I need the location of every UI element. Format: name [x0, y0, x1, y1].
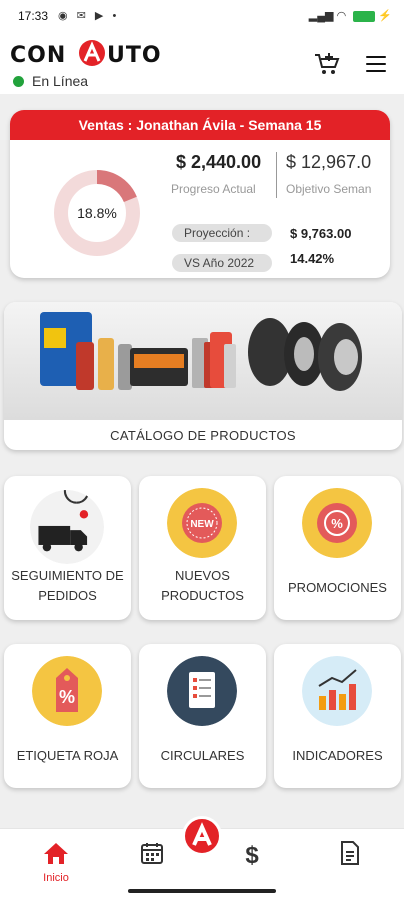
bar-chart-icon — [302, 656, 372, 726]
vs-year-value: 14.42% — [290, 251, 335, 266]
objective-value: $ 12,967.0 — [286, 152, 372, 172]
delivery-truck-icon — [30, 490, 104, 564]
objective-label: Objetivo Seman — [286, 182, 372, 196]
system-icons: ▂▄▆ ◠ ⚡ — [308, 10, 392, 22]
connection-status: En Línea — [13, 73, 88, 89]
new-badge-text: NEW — [190, 519, 214, 530]
app-header: CON UTO En Línea — [0, 32, 404, 94]
document-list-icon — [167, 656, 237, 726]
status-time: 17:33 — [18, 9, 49, 23]
document-icon — [341, 841, 359, 865]
price-tag-icon: % — [32, 656, 102, 726]
svg-text:CON: CON — [10, 43, 66, 68]
menu-button[interactable] — [366, 56, 386, 72]
nav-documents[interactable] — [320, 841, 380, 870]
home-indicator[interactable] — [128, 889, 276, 893]
sales-card-title: Ventas : Jonathan Ávila - Semana 15 — [10, 110, 390, 140]
conauto-center-button[interactable] — [182, 816, 222, 856]
tile-label: CIRCULARES — [160, 748, 245, 763]
projection-value: $ 9,763.00 — [290, 226, 352, 241]
new-badge-icon: NEW — [167, 488, 237, 558]
catalog-products-image — [4, 302, 402, 420]
svg-text:%: % — [331, 516, 343, 531]
nav-calendar[interactable] — [122, 841, 182, 870]
add-to-cart-button[interactable] — [314, 52, 340, 76]
nav-sales[interactable]: $ — [222, 841, 282, 872]
sales-summary-card[interactable]: Ventas : Jonathan Ávila - Semana 15 18.8… — [10, 110, 390, 278]
tile-red-label[interactable]: % ETIQUETA ROJA — [4, 644, 131, 788]
connection-status-label: En Línea — [32, 73, 89, 89]
conauto-a-icon — [192, 822, 212, 846]
home-icon — [44, 843, 68, 864]
tile-promotions[interactable]: % PROMOCIONES — [274, 476, 401, 620]
svg-text:%: % — [59, 687, 75, 707]
tile-label: NUEVOS PRODUCTOS — [161, 568, 244, 603]
tile-new-products[interactable]: NEW NUEVOS PRODUCTOS — [139, 476, 266, 620]
conauto-logo: CON UTO — [10, 40, 162, 68]
notification-icons: ◉ ✉ ▶ • — [58, 10, 120, 22]
catalog-label: CATÁLOGO DE PRODUCTOS — [110, 428, 296, 443]
dollar-icon: $ — [245, 842, 259, 869]
projection-label: Proyección : — [172, 224, 272, 242]
progress-label: Progreso Actual — [171, 182, 256, 196]
vs-year-label: VS Año 2022 : — [172, 254, 272, 278]
brand-logo: CON UTO — [10, 38, 182, 74]
tile-circulars[interactable]: CIRCULARES — [139, 644, 266, 788]
tile-indicators[interactable]: INDICADORES — [274, 644, 401, 788]
hamburger-icon — [366, 56, 386, 58]
tile-label: ETIQUETA ROJA — [16, 748, 119, 763]
tile-order-tracking[interactable]: SEGUIMIENTO DE PEDIDOS — [4, 476, 131, 620]
status-bar: 17:33 ◉ ✉ ▶ • ▂▄▆ ◠ ⚡ — [0, 0, 404, 32]
nav-home-label: Inicio — [43, 872, 69, 884]
battery-icon — [353, 10, 376, 22]
sales-percent: 18.8% — [77, 205, 117, 221]
percent-badge-icon: % — [302, 488, 372, 558]
tile-label: INDICADORES — [292, 748, 383, 763]
tile-label: SEGUIMIENTO DE PEDIDOS — [11, 568, 124, 603]
progress-value: $ 2,440.00 — [176, 152, 262, 172]
products-illustration — [40, 312, 362, 391]
divider — [276, 152, 277, 198]
product-catalog-banner[interactable]: CATÁLOGO DE PRODUCTOS — [4, 302, 402, 450]
svg-text:UTO: UTO — [107, 43, 162, 68]
online-indicator-icon — [13, 76, 24, 87]
cart-plus-icon — [315, 53, 340, 74]
svg-text:$: $ — [245, 842, 259, 867]
calendar-icon — [141, 843, 163, 864]
tile-label: PROMOCIONES — [288, 580, 387, 595]
nav-home[interactable]: Inicio — [26, 841, 86, 884]
